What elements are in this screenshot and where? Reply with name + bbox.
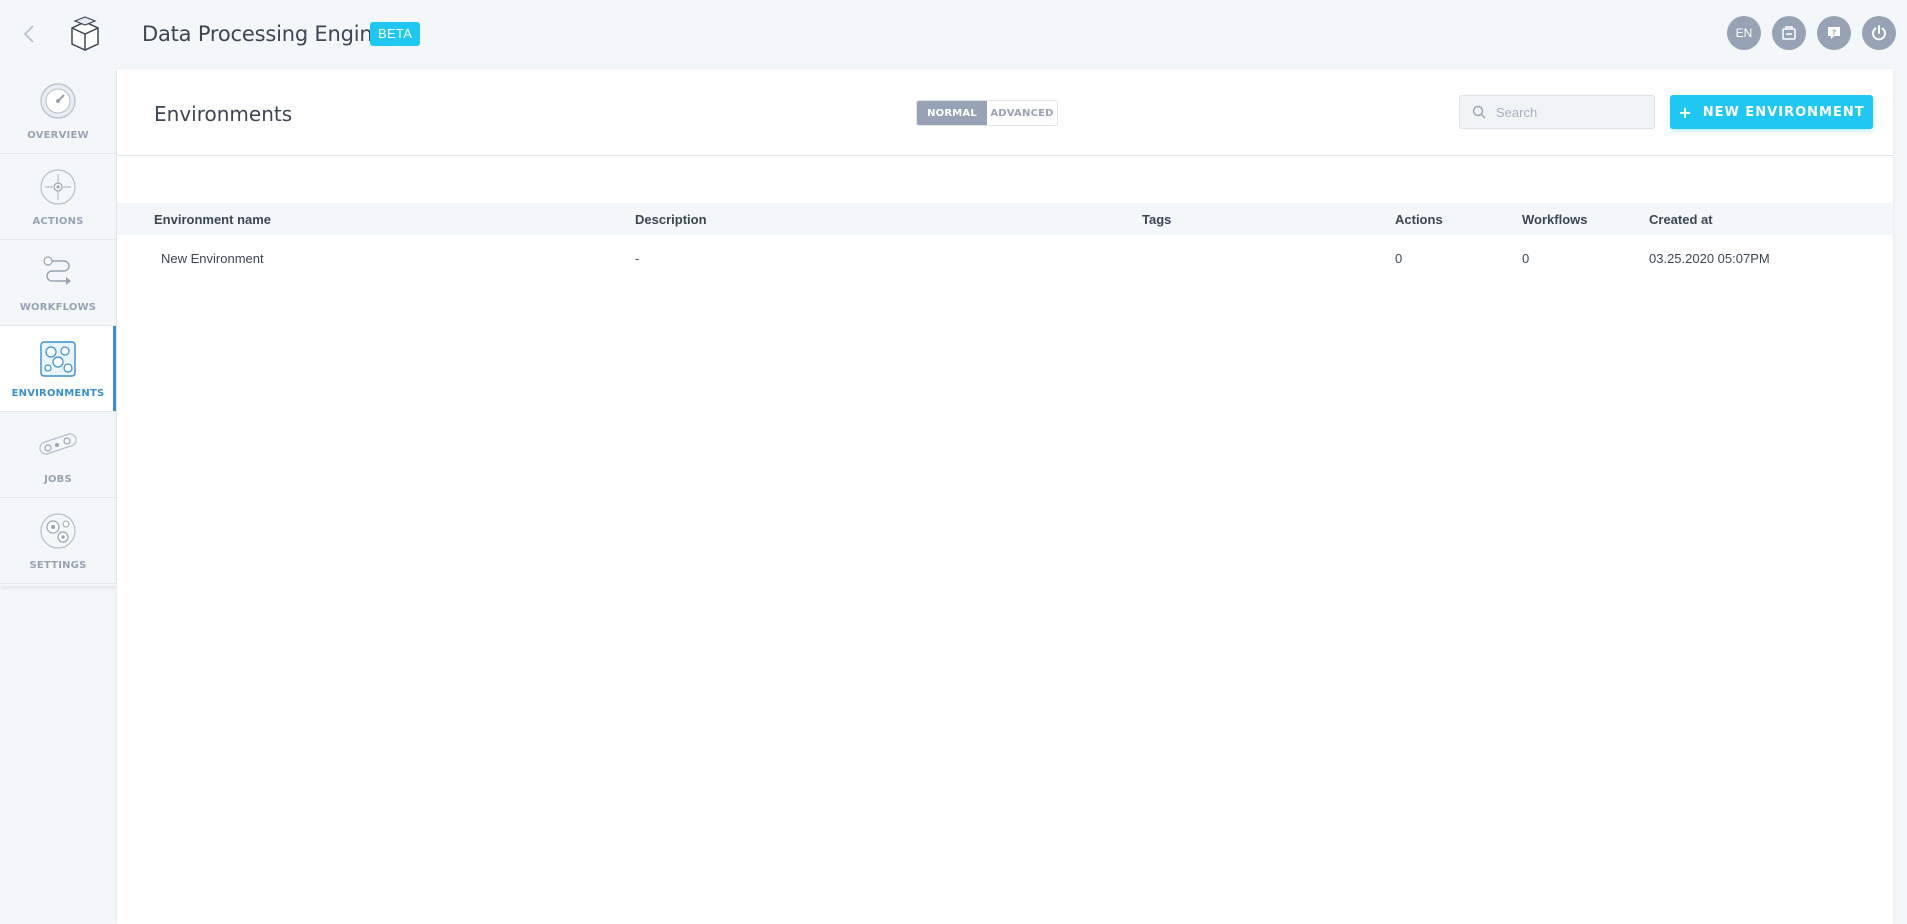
help-icon[interactable]: ? [1817,16,1851,50]
column-header-description[interactable]: Description [635,212,707,227]
column-header-created-at[interactable]: Created at [1649,212,1713,227]
top-icons: EN ? [1727,16,1896,50]
search-box [1459,95,1655,129]
sidebar: OVERVIEW ACTIONS WORKFLOWS ENVIRONMENTS [0,68,116,586]
environments-table: Environment name Description Tags Action… [117,203,1893,281]
search-input[interactable] [1496,104,1646,120]
description-cell: - [635,250,640,266]
mode-toggle: NORMAL ADVANCED [916,100,1058,126]
cube-logo-icon [66,16,104,54]
table-row[interactable]: New Environment - 0 0 03.25.2020 05:07PM [117,235,1893,281]
environment-network-icon [40,341,76,377]
power-icon[interactable] [1862,16,1896,50]
environment-name-cell[interactable]: New Environment [161,251,264,266]
created-at-cell: 03.25.2020 05:07PM [1649,250,1770,266]
page-header: Environments NORMAL ADVANCED + NEW ENVIR… [117,69,1893,156]
language-button[interactable]: EN [1727,16,1761,50]
table-header: Environment name Description Tags Action… [117,203,1893,235]
target-icon [40,169,76,205]
back-arrow-icon[interactable] [18,22,40,46]
svg-text:?: ? [1832,29,1836,37]
actions-count-cell: 0 [1395,250,1403,266]
workflow-path-icon [43,256,71,285]
app-title: Data Processing Engine [142,22,386,46]
sidebar-item-jobs[interactable]: JOBS [0,412,116,498]
column-header-workflows[interactable]: Workflows [1522,212,1588,227]
search-icon [1472,105,1486,119]
mode-advanced-button[interactable]: ADVANCED [987,101,1057,125]
gauge-icon [40,83,76,119]
sidebar-item-label: ENVIRONMENTS [11,388,105,399]
new-environment-label: NEW ENVIRONMENT [1702,104,1865,120]
conveyor-belt-icon [39,433,77,455]
new-environment-button[interactable]: + NEW ENVIRONMENT [1670,95,1873,129]
sidebar-item-label: ACTIONS [32,216,84,227]
main-panel: Environments NORMAL ADVANCED + NEW ENVIR… [117,69,1893,924]
workflows-count-cell: 0 [1522,250,1530,266]
top-bar: Data Processing Engine BETA EN ? [0,0,1907,68]
sidebar-item-environments[interactable]: ENVIRONMENTS [0,326,116,412]
sidebar-item-label: OVERVIEW [27,130,89,141]
sidebar-item-overview[interactable]: OVERVIEW [0,68,116,154]
clipboard-icon[interactable] [1772,16,1806,50]
plus-icon: + [1678,102,1693,122]
column-header-name[interactable]: Environment name [154,212,271,227]
gears-icon [40,513,76,549]
sidebar-item-label: WORKFLOWS [19,302,97,313]
column-header-actions[interactable]: Actions [1395,212,1443,227]
sidebar-item-label: JOBS [44,474,72,485]
beta-badge: BETA [370,22,421,46]
sidebar-item-settings[interactable]: SETTINGS [0,498,116,584]
page-title: Environments [154,102,293,126]
sidebar-item-workflows[interactable]: WORKFLOWS [0,240,116,326]
sidebar-item-label: SETTINGS [29,560,87,571]
column-header-tags[interactable]: Tags [1142,212,1171,227]
sidebar-item-actions[interactable]: ACTIONS [0,154,116,240]
mode-normal-button[interactable]: NORMAL [917,101,987,125]
